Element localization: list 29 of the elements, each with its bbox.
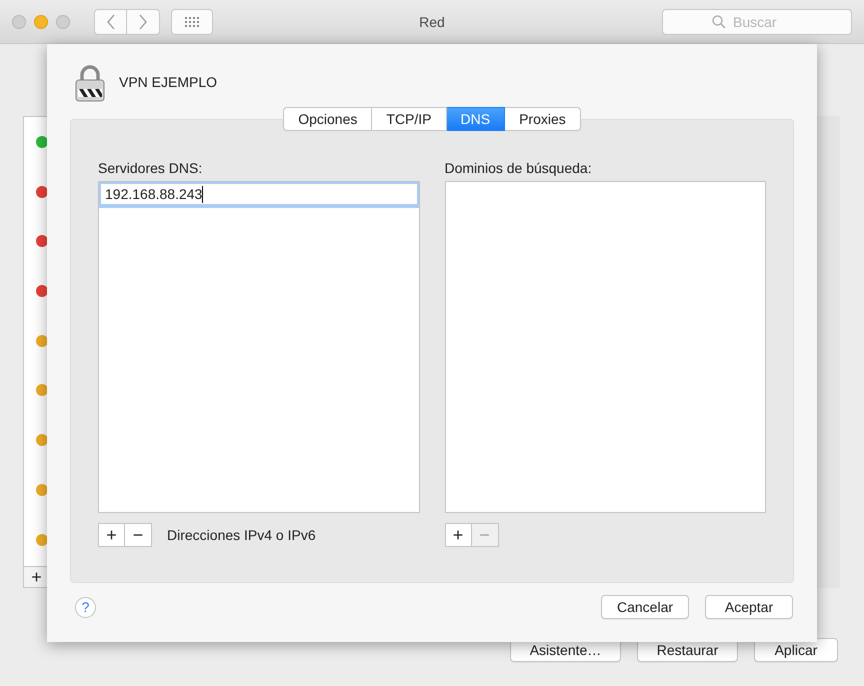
remove-button[interactable]: − [125,523,152,547]
tab[interactable]: TCP/IP [372,107,447,131]
close-icon[interactable] [12,14,26,28]
search-field[interactable]: Buscar [662,8,852,34]
forward-button[interactable] [127,8,160,34]
add-button[interactable]: + [98,523,125,547]
show-all-button[interactable] [171,8,213,34]
minimize-icon[interactable] [34,14,48,28]
window-title: Red [419,14,445,30]
help-button[interactable]: ? [75,596,96,618]
dialog-button[interactable]: Cancelar [601,595,689,619]
list-label: Dominios de búsqueda: [444,160,593,178]
lock-icon [75,64,105,102]
list-box[interactable]: 192.168.88.243 [98,181,420,513]
list-label: Servidores DNS: [98,160,204,178]
tab[interactable]: Proxies [505,107,581,131]
hint-text: Direcciones IPv4 o IPv6 [167,527,316,543]
zoom-icon[interactable] [56,14,70,28]
add-button[interactable]: + [444,523,472,547]
tab[interactable]: Opciones [283,107,372,131]
back-button[interactable] [94,8,127,34]
chevron-left-icon [106,14,116,30]
text-field[interactable]: 192.168.88.243 [99,182,418,208]
list-box[interactable] [444,181,766,513]
grid-icon [184,16,200,28]
connection-name: VPN EJEMPLO [119,74,218,90]
chevron-right-icon [138,14,148,30]
dialog-button[interactable]: Aceptar [705,595,793,619]
search-icon [712,14,726,28]
